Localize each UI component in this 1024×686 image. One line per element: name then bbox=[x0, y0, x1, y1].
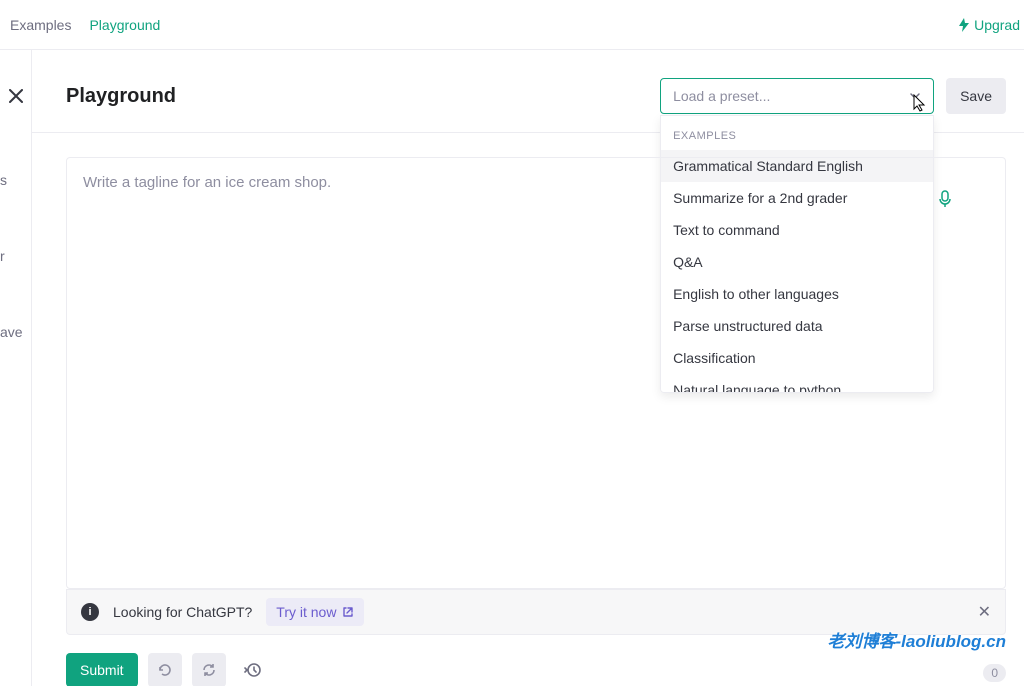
history-icon bbox=[244, 661, 262, 679]
dropdown-section-header: EXAMPLES bbox=[661, 116, 933, 150]
undo-icon bbox=[157, 662, 173, 678]
refresh-icon bbox=[201, 662, 217, 678]
lightning-icon bbox=[958, 18, 970, 32]
page-title: Playground bbox=[66, 85, 176, 108]
bottom-toolbar: Submit bbox=[66, 653, 1006, 686]
editor-column: Write a tagline for an ice cream shop. i… bbox=[66, 157, 1006, 686]
submit-button[interactable]: Submit bbox=[66, 653, 138, 686]
banner-close-button[interactable]: ✕ bbox=[978, 602, 991, 622]
token-counter: 0 bbox=[983, 664, 1006, 682]
main-shell: s r ave Playground Load a preset... EXAM… bbox=[0, 50, 1024, 686]
upgrade-label: Upgrad bbox=[974, 17, 1020, 33]
tab-examples[interactable]: Examples bbox=[10, 17, 71, 33]
sidebar-close-button[interactable] bbox=[0, 80, 32, 112]
save-button[interactable]: Save bbox=[946, 78, 1006, 114]
history-button[interactable] bbox=[236, 653, 270, 686]
upgrade-link[interactable]: Upgrad bbox=[958, 17, 1024, 33]
sidebar-item[interactable]: ave bbox=[0, 324, 31, 340]
preset-wrap: Load a preset... EXAMPLES Grammatical St… bbox=[660, 78, 934, 114]
regenerate-button[interactable] bbox=[192, 653, 226, 686]
info-icon: i bbox=[81, 603, 99, 621]
try-label: Try it now bbox=[276, 604, 336, 620]
topbar: Examples Playground Upgrad bbox=[0, 0, 1024, 50]
external-link-icon bbox=[342, 606, 354, 618]
sidebar-item[interactable]: s bbox=[0, 172, 31, 188]
content: Playground Load a preset... EXAMPLES Gra… bbox=[32, 50, 1024, 686]
chatgpt-banner: i Looking for ChatGPT? Try it now ✕ bbox=[66, 589, 1006, 635]
close-icon bbox=[9, 89, 23, 103]
preset-placeholder: Load a preset... bbox=[673, 88, 770, 104]
sidebar: s r ave bbox=[0, 50, 32, 686]
tab-playground[interactable]: Playground bbox=[89, 17, 160, 33]
try-it-now-button[interactable]: Try it now bbox=[266, 598, 364, 626]
banner-text: Looking for ChatGPT? bbox=[113, 604, 252, 620]
undo-button[interactable] bbox=[148, 653, 182, 686]
sidebar-item[interactable]: r bbox=[0, 248, 31, 264]
chevron-down-icon bbox=[909, 90, 921, 102]
workspace: Write a tagline for an ice cream shop. i… bbox=[32, 133, 1024, 686]
page-header: Playground Load a preset... EXAMPLES Gra… bbox=[32, 78, 1024, 133]
top-tabs: Examples Playground bbox=[10, 17, 160, 33]
preset-select[interactable]: Load a preset... bbox=[660, 78, 934, 114]
prompt-editor[interactable]: Write a tagline for an ice cream shop. bbox=[66, 157, 1006, 589]
